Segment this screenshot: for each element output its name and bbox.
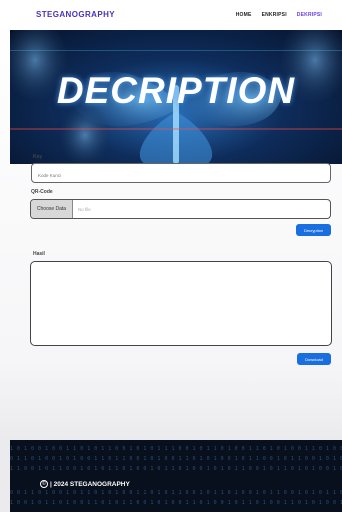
copyright-text: | 2024 STEGANOGRAPHY: [50, 480, 130, 488]
nav-links: HOME ENKRIPSI DEKRIPSI: [236, 12, 322, 18]
result-label: Hasil: [33, 251, 45, 257]
footer-matrix-pattern: 1 1 0 0 1 0 1 1 0 0 1 0 1 0 1 1 0 1 0 0 …: [10, 466, 342, 472]
result-textarea[interactable]: [31, 262, 331, 345]
nav-link-dekripsi[interactable]: DEKRIPSI: [297, 12, 322, 18]
decrypt-button[interactable]: Decryption: [296, 224, 331, 236]
navbar: STEGANOGRAPHY HOME ENKRIPSI DEKRIPSI: [0, 0, 342, 30]
footer: 1 0 1 0 0 1 0 0 1 1 0 1 0 1 1 0 0 1 0 1 …: [10, 440, 342, 512]
copyright: © | 2024 STEGANOGRAPHY: [40, 480, 130, 488]
copyright-icon: ©: [40, 480, 48, 488]
brand-logo[interactable]: STEGANOGRAPHY: [36, 10, 115, 19]
download-button[interactable]: Download: [297, 353, 331, 365]
footer-matrix-pattern: 0 0 1 1 0 1 0 0 1 0 1 1 0 1 0 1 0 0 1 1 …: [10, 490, 342, 496]
footer-matrix-pattern: 1 0 1 0 0 1 0 0 1 1 0 1 0 1 1 0 0 1 0 1 …: [10, 446, 342, 452]
result-box: [30, 261, 332, 346]
key-label: Key: [33, 154, 43, 160]
key-input[interactable]: [32, 166, 330, 185]
choose-file-button[interactable]: Choose Data: [31, 200, 73, 218]
footer-matrix-pattern: 0 1 1 0 1 0 0 1 0 1 0 0 1 1 0 1 1 0 0 1 …: [10, 456, 342, 462]
qr-code-label: QR-Code: [31, 189, 53, 195]
footer-matrix-pattern: 1 0 0 1 0 1 1 0 1 0 0 1 1 0 1 0 1 1 0 0 …: [10, 500, 342, 506]
qr-code-file-field: Choose Data No file: [30, 199, 331, 219]
key-field: [31, 163, 331, 185]
hero-banner: DECRIPTION: [10, 30, 342, 164]
nav-link-enkripsi[interactable]: ENKRIPSI: [262, 12, 287, 18]
page: STEGANOGRAPHY HOME ENKRIPSI DEKRIPSI DEC…: [0, 0, 342, 512]
nav-link-home[interactable]: HOME: [236, 12, 252, 18]
hero-title: DECRIPTION: [56, 70, 296, 111]
file-status: No file: [78, 206, 91, 212]
